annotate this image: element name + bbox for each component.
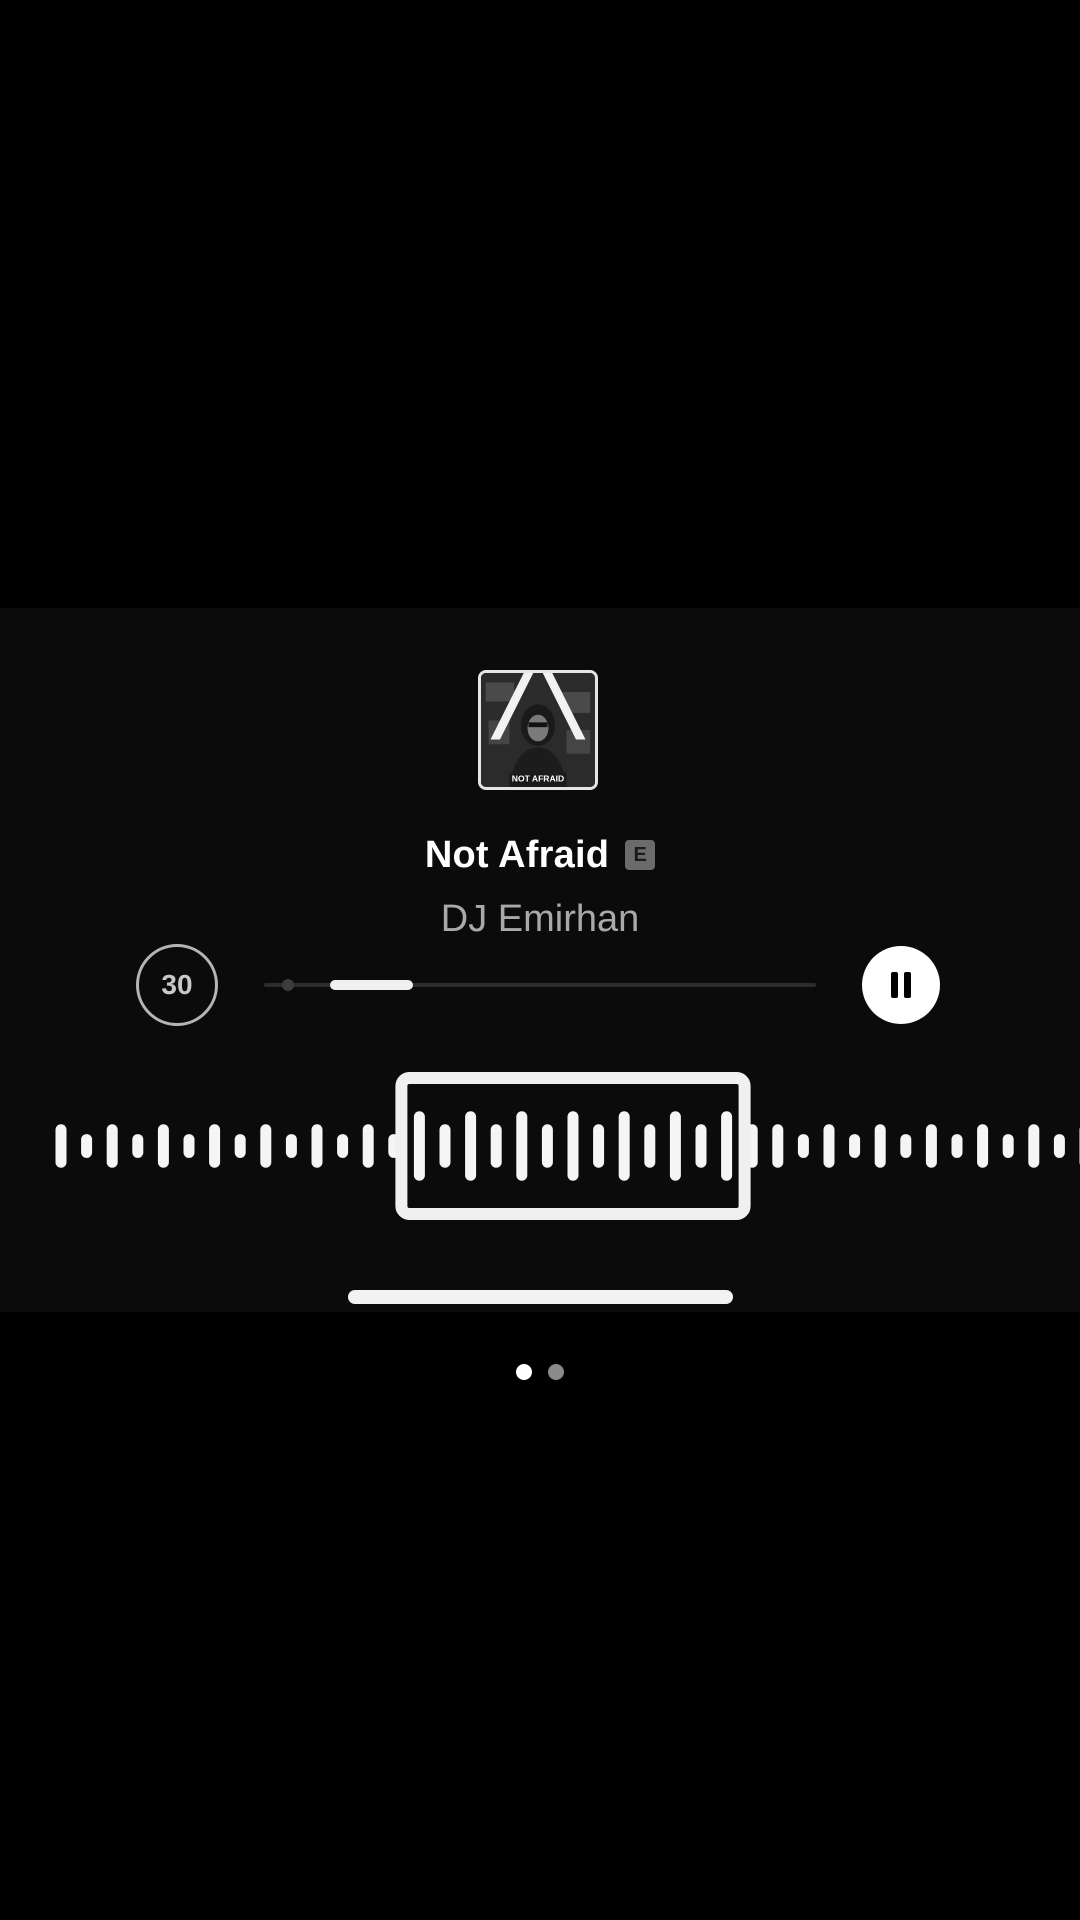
- waveform-bar: [1028, 1124, 1040, 1168]
- album-art: NOT AFRAID: [478, 670, 598, 790]
- waveform-bar: [209, 1124, 221, 1168]
- waveform-bar: [157, 1124, 169, 1168]
- waveform-bar: [823, 1124, 835, 1168]
- waveform-bar: [81, 1134, 93, 1158]
- album-art-image: NOT AFRAID: [481, 673, 595, 787]
- waveform-bar: [106, 1124, 118, 1168]
- waveform-bar: [1002, 1134, 1014, 1158]
- waveform-bar: [618, 1111, 630, 1181]
- artist-name: DJ Emirhan: [440, 898, 640, 940]
- waveform-bar: [900, 1134, 912, 1158]
- waveform-bar: [413, 1111, 425, 1181]
- waveform-bar: [465, 1111, 477, 1181]
- song-title: Not Afraid: [424, 833, 610, 876]
- playhead-dot[interactable]: [282, 979, 294, 991]
- waveform-bar: [695, 1124, 707, 1168]
- page-dot[interactable]: [516, 1364, 532, 1380]
- waveform-bar: [285, 1134, 297, 1158]
- waveform-bar: [593, 1124, 605, 1168]
- waveform-bar: [362, 1124, 374, 1168]
- progress-track[interactable]: [264, 979, 816, 991]
- waveform-bar: [644, 1124, 656, 1168]
- page-indicator: [0, 1364, 1080, 1380]
- waveform-bar: [567, 1111, 579, 1181]
- waveform-bar: [874, 1124, 886, 1168]
- pause-icon-bar: [904, 972, 911, 998]
- music-selector-panel: NOT AFRAID Not Afraid E DJ Emirhan 30: [0, 608, 1080, 1312]
- waveform-bar: [772, 1124, 784, 1168]
- pause-icon: [891, 972, 898, 998]
- album-art-caption: NOT AFRAID: [512, 773, 564, 783]
- waveform-bar: [849, 1134, 861, 1158]
- waveform-bar: [925, 1124, 937, 1168]
- waveform-bar: [260, 1124, 272, 1168]
- selection-indicator: [330, 980, 414, 990]
- waveform-scrubber[interactable]: [0, 1048, 1080, 1248]
- pause-button[interactable]: [862, 946, 940, 1024]
- waveform-bar: [55, 1124, 67, 1168]
- waveform-bar: [439, 1124, 451, 1168]
- waveform-bar: [951, 1134, 963, 1158]
- waveform-bar: [541, 1124, 553, 1168]
- drag-handle[interactable]: [348, 1290, 733, 1304]
- waveform[interactable]: [0, 1048, 1080, 1248]
- waveform-bar: [490, 1124, 502, 1168]
- waveform-bar: [516, 1111, 528, 1181]
- waveform-bar: [797, 1134, 809, 1158]
- skip-30-label: 30: [161, 969, 193, 1000]
- waveform-bar: [311, 1124, 323, 1168]
- explicit-badge: E: [625, 840, 656, 870]
- waveform-bar: [721, 1111, 733, 1181]
- title-row: Not Afraid E: [0, 830, 1080, 880]
- waveform-bar: [1053, 1134, 1065, 1158]
- page-dot[interactable]: [548, 1364, 564, 1380]
- waveform-bar: [132, 1134, 144, 1158]
- waveform-bar: [183, 1134, 195, 1158]
- waveform-bar: [669, 1111, 681, 1181]
- waveform-bar: [977, 1124, 989, 1168]
- waveform-bar: [337, 1134, 349, 1158]
- waveform-bar: [234, 1134, 246, 1158]
- skip-30-button[interactable]: 30: [136, 944, 218, 1026]
